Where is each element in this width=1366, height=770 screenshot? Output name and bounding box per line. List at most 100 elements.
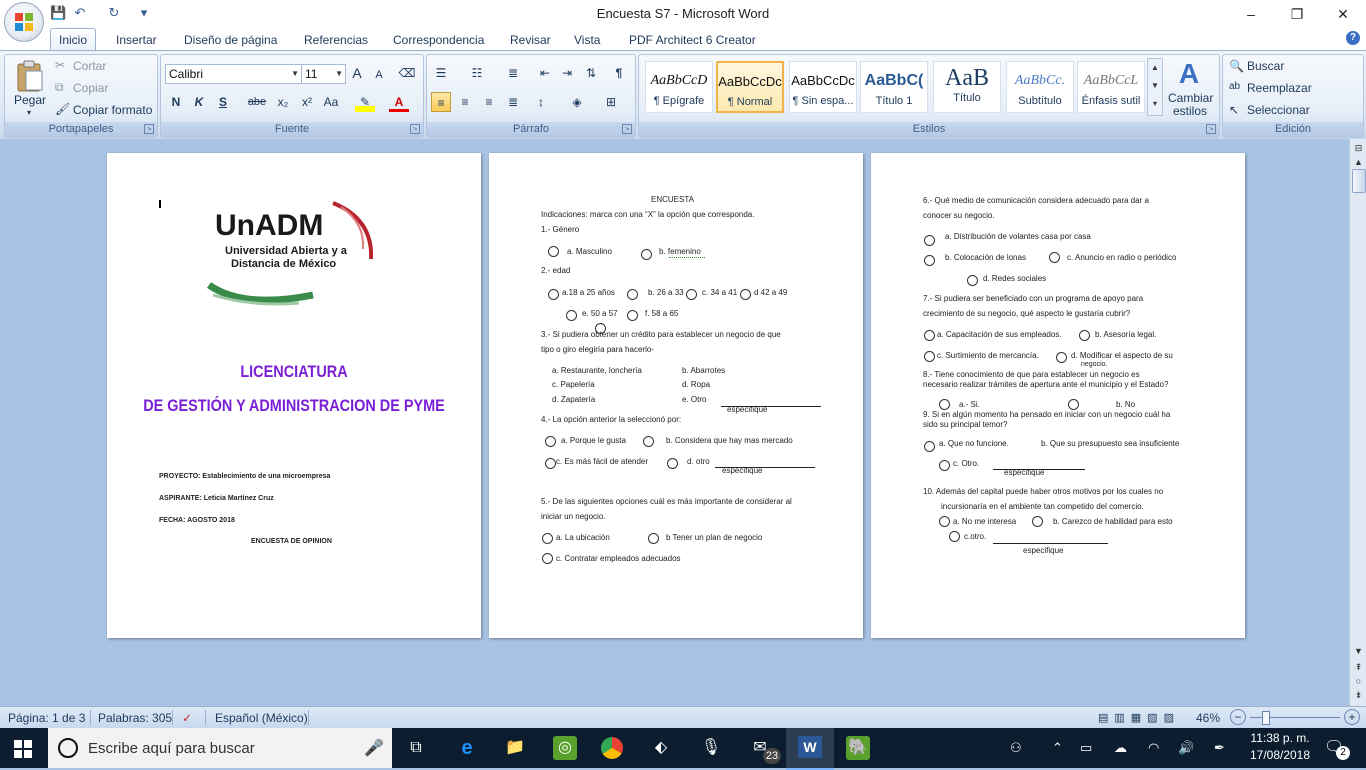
page-3[interactable]: 6.- Qué medio de comunicación considera … [871,153,1245,638]
style-normal[interactable]: AaBbCcDc ¶ Normal [716,61,784,113]
grow-font-button[interactable]: A [347,63,367,83]
pilcrow-icon[interactable]: ¶ [609,63,629,83]
word-taskbar-item[interactable]: W [786,728,834,770]
underline-button[interactable]: S [213,92,233,112]
estilos-launcher-icon[interactable]: ↘ [1206,124,1216,134]
minimize-button[interactable]: – [1228,0,1274,28]
style-titulo1[interactable]: AaBbC( Título 1 [860,61,928,113]
radio-q7c[interactable] [924,351,935,362]
highlight-icon[interactable]: ✎ [355,92,375,112]
justify-icon[interactable]: ≣ [503,92,523,112]
radio-q10b[interactable] [1032,516,1043,527]
page-2[interactable]: ENCUESTA Indicaciones: marca con una “X”… [489,153,863,638]
bold-button[interactable]: N [166,92,186,112]
tab-revisar[interactable]: Revisar [502,31,559,49]
previous-page-icon[interactable]: ⇞ [1351,660,1366,674]
paste-dropdown-icon[interactable]: ▾ [27,108,31,117]
align-center-icon[interactable]: ≡ [455,92,475,112]
radio-q2a[interactable] [548,289,559,300]
onedrive-icon[interactable]: ☁ [1114,740,1127,756]
fuente-launcher-icon[interactable]: ↘ [410,124,420,134]
decrease-indent-icon[interactable]: ⇤ [535,63,555,83]
font-size-combo[interactable]: 11 ▼ [301,64,346,84]
clock-time[interactable]: 11:38 p. m. [1248,731,1312,745]
style-titulo[interactable]: AaB Título [933,61,1001,113]
radio-q8b[interactable] [1068,399,1079,410]
change-styles-button[interactable]: Cambiar estilos [1168,92,1213,118]
help-icon[interactable]: ? [1346,31,1360,45]
page-1[interactable]: UnADM Universidad Abierta y a Distancia … [107,153,481,638]
radio-q6d[interactable] [967,275,978,286]
radio-q7a[interactable] [924,330,935,341]
shading-icon[interactable]: ◈ [567,92,587,112]
language-indicator[interactable]: Español (México) [215,711,308,725]
next-page-icon[interactable]: ⇟ [1351,688,1366,702]
sort-icon[interactable]: ⇅ [581,63,601,83]
copy-button[interactable]: Copiar [73,81,108,95]
radio-q8a[interactable] [939,399,950,410]
vertical-scrollbar[interactable]: ⊟ ▲ ▼ ⇞ ○ ⇟ [1349,139,1366,706]
radio-q4a[interactable] [545,436,556,447]
tab-vista[interactable]: Vista [566,31,608,49]
tripadvisor-icon[interactable]: ◎ [553,736,577,760]
microphone-icon[interactable]: 🎤 [364,738,384,758]
zoom-level[interactable]: 46% [1196,711,1220,725]
radio-q4c[interactable] [545,458,556,469]
radio-q6c[interactable] [1049,252,1060,263]
radio-q2b[interactable] [627,289,638,300]
borders-icon[interactable]: ⊞ [601,92,621,112]
windows-start-icon[interactable] [14,740,32,758]
wifi-icon[interactable]: ◠ [1148,740,1159,756]
chrome-icon[interactable] [601,737,623,759]
chevron-up-icon[interactable]: ⌃ [1052,740,1063,756]
font-name-combo[interactable]: Calibri ▼ [165,64,302,84]
scroll-thumb[interactable] [1352,169,1366,193]
clear-format-icon[interactable]: ⌫ [397,63,417,83]
evernote-icon[interactable]: 🐘 [846,736,870,760]
italic-button[interactable]: K [189,92,209,112]
zoom-out-button[interactable]: − [1230,709,1246,725]
font-color-icon[interactable]: A [389,92,409,112]
cut-button[interactable]: Cortar [73,59,106,73]
select-button[interactable]: Seleccionar [1247,103,1310,117]
ruler-toggle-icon[interactable]: ⊟ [1351,141,1366,155]
clock-date[interactable]: 17/08/2018 [1248,748,1312,762]
battery-icon[interactable]: ▭ [1080,740,1092,756]
tab-pdf-architect[interactable]: PDF Architect 6 Creator [621,31,764,49]
gallery-more-icon[interactable]: ▾ [1148,95,1162,113]
voice-recorder-icon[interactable]: 🎙 [699,736,723,760]
taskbar-search-box[interactable]: Escribe aquí para buscar 🎤 [48,728,392,768]
radio-q9a[interactable] [924,441,935,452]
multilevel-list-icon[interactable]: ≣ [503,63,523,83]
superscript-button[interactable]: x² [297,92,317,112]
dropbox-icon[interactable]: ⬖ [649,736,673,760]
close-button[interactable]: ✕ [1320,0,1366,28]
radio-q10a[interactable] [939,516,950,527]
shrink-font-button[interactable]: A [369,65,389,85]
radio-q6a[interactable] [924,235,935,246]
radio-q5b[interactable] [648,533,659,544]
find-button[interactable]: Buscar [1247,59,1284,73]
parrafo-launcher-icon[interactable]: ↘ [622,124,632,134]
view-buttons-icon[interactable]: ▤▥▦▧▨ [1098,711,1180,724]
style-epigrafe[interactable]: AaBbCcD ¶ Epígrafe [645,61,713,113]
chevron-up-icon[interactable]: ▲ [1148,59,1162,77]
maximize-button[interactable]: ❐ [1274,0,1320,28]
word-count[interactable]: Palabras: 305 [98,711,172,725]
styles-gallery-scroll[interactable]: ▲ ▼ ▾ [1147,58,1163,116]
radio-q9c[interactable] [939,460,950,471]
paste-button[interactable]: Pegar [14,93,46,107]
volume-icon[interactable]: 🔊 [1178,740,1194,756]
browse-object-icon[interactable]: ○ [1351,674,1366,688]
tab-diseno[interactable]: Diseño de página [176,31,285,49]
tab-insertar[interactable]: Insertar [108,31,165,49]
zoom-slider-thumb[interactable] [1262,711,1270,725]
replace-button[interactable]: Reemplazar [1247,81,1312,95]
chevron-down-icon[interactable]: ▼ [1351,644,1366,658]
radio-q7b[interactable] [1079,330,1090,341]
style-enfasis-sutil[interactable]: AaBbCcL Énfasis sutil [1077,61,1145,113]
chevron-down-icon[interactable]: ▼ [1148,77,1162,95]
radio-q4b[interactable] [643,436,654,447]
strikethrough-button[interactable]: abe [247,92,267,112]
radio-q4d[interactable] [667,458,678,469]
